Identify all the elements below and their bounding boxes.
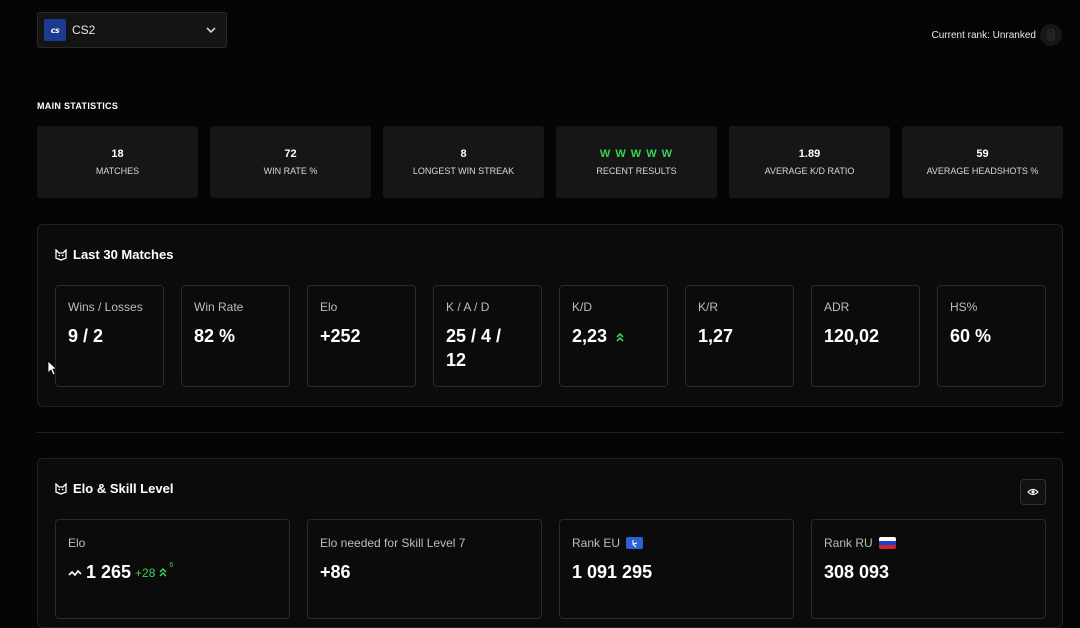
rank-ru-label-row: Rank RU [824,536,1033,550]
stat-card-recent-results: W W W W W RECENT RESULTS [556,126,717,198]
stat-card-average-headshots: 59 AVERAGE HEADSHOTS % [902,126,1063,198]
elo-needed-value: +86 [320,562,351,582]
game-name: CS2 [72,23,96,37]
rank-eu-card: Rank EU 1 091 295 [559,519,794,619]
match-stat-kd-row: 2,23 [572,324,655,348]
match-stat-win-rate: Win Rate 82 % [181,285,290,387]
elo-label: Elo [68,536,86,550]
faceit-logo-icon [55,248,67,261]
match-stat-label: Wins / Losses [68,300,143,314]
match-stat-kad: K / A / D 25 / 4 / 12 [433,285,542,387]
stat-card-matches: 18 MATCHES [37,126,198,198]
match-stat-value: 1,27 [698,326,734,346]
chevron-down-icon [206,27,216,34]
game-selector[interactable]: cs CS2 [37,12,227,48]
rank-eu-label-row: Rank EU [572,536,781,550]
elo-needed-label: Elo needed for Skill Level 7 [320,536,466,550]
recent-results-value: W W W W W [599,148,674,160]
match-stat-label: Win Rate [194,300,244,314]
elo-value: 1 265 [86,562,132,582]
match-stat-kr: K/R 1,27 [685,285,794,387]
eye-icon [1027,488,1039,496]
match-stat-label: K/R [698,300,719,314]
match-stat-value: +252 [320,326,361,346]
stat-value: 18 [111,148,124,160]
rank-eu-value: 1 091 295 [572,562,653,582]
elo-skill-title: Elo & Skill Level [55,481,173,496]
match-stat-value: 9 / 2 [68,326,104,346]
stat-value: 59 [976,148,989,160]
rank-badge-icon [1040,24,1062,46]
elo-skill-title-text: Elo & Skill Level [73,481,174,496]
rank-eu-label: Rank EU [572,536,621,550]
stat-label: LONGEST WIN STREAK [412,166,515,176]
mouse-cursor-icon [47,360,57,376]
match-stat-kd: K/D 2,23 [559,285,668,387]
match-stat-label: K / A / D [446,300,490,314]
match-stat-value: 82 % [194,326,236,346]
match-stat-label: K/D [572,300,593,314]
stat-value: 8 [460,148,467,160]
toggle-visibility-button[interactable] [1020,479,1046,505]
stat-card-win-rate: 72 WIN RATE % [210,126,371,198]
stat-label: AVERAGE K/D RATIO [764,166,855,176]
match-stat-adr: ADR 120,02 [811,285,920,387]
elo-delta: +28 6 [135,562,173,580]
eu-flag-icon [626,537,644,549]
match-stat-elo: Elo +252 [307,285,416,387]
stat-card-average-kd: 1.89 AVERAGE K/D RATIO [729,126,890,198]
stat-label: AVERAGE HEADSHOTS % [926,166,1039,176]
elo-value-row: 1 265 +28 6 [68,562,277,583]
double-chevron-up-icon [616,333,624,342]
match-stat-value: 120,02 [824,326,880,346]
elo-delta-value: +28 [135,565,156,580]
ru-flag-icon [878,537,896,549]
current-rank: Current rank: Unranked [931,24,1062,46]
elo-delta-superscript: 6 [169,561,174,569]
stat-value: 72 [284,148,297,160]
match-stat-value: 25 / 4 / 12 [446,326,502,370]
stat-value: 1.89 [798,148,821,160]
stat-label: WIN RATE % [263,166,318,176]
rank-ru-label: Rank RU [824,536,873,550]
stat-label: MATCHES [95,166,140,176]
elo-card: Elo 1 265 +28 6 [55,519,290,619]
elo-skill-panel: Elo & Skill Level Elo 1 265 +28 6 Elo ne… [37,458,1063,628]
match-stat-value: 60 % [950,326,992,346]
trend-line-icon [68,569,82,576]
double-chevron-up-icon [159,567,167,577]
section-divider [37,432,1063,433]
rank-ru-card: Rank RU 308 093 [811,519,1046,619]
current-rank-text: Current rank: Unranked [931,29,1037,41]
main-statistics-title: MAIN STATISTICS [37,101,119,111]
match-stat-hs: HS% 60 % [937,285,1046,387]
main-statistics-row: 18 MATCHES 72 WIN RATE % 8 LONGEST WIN S… [37,126,1063,198]
last-matches-panel: Last 30 Matches Wins / Losses 9 / 2 Win … [37,224,1063,407]
match-stat-wins-losses: Wins / Losses 9 / 2 [55,285,164,387]
cs2-logo-icon: cs [44,19,66,41]
match-stat-label: ADR [824,300,850,314]
match-stat-label: Elo [320,300,338,314]
stat-card-longest-win-streak: 8 LONGEST WIN STREAK [383,126,544,198]
last-matches-title-text: Last 30 Matches [73,247,174,262]
match-stat-label: HS% [950,300,978,314]
faceit-logo-icon [55,482,67,495]
rank-ru-value: 308 093 [824,562,890,582]
stat-label: RECENT RESULTS [596,166,677,176]
last-matches-title: Last 30 Matches [55,247,173,262]
match-stat-value: 2,23 [572,326,608,346]
elo-needed-card: Elo needed for Skill Level 7 +86 [307,519,542,619]
